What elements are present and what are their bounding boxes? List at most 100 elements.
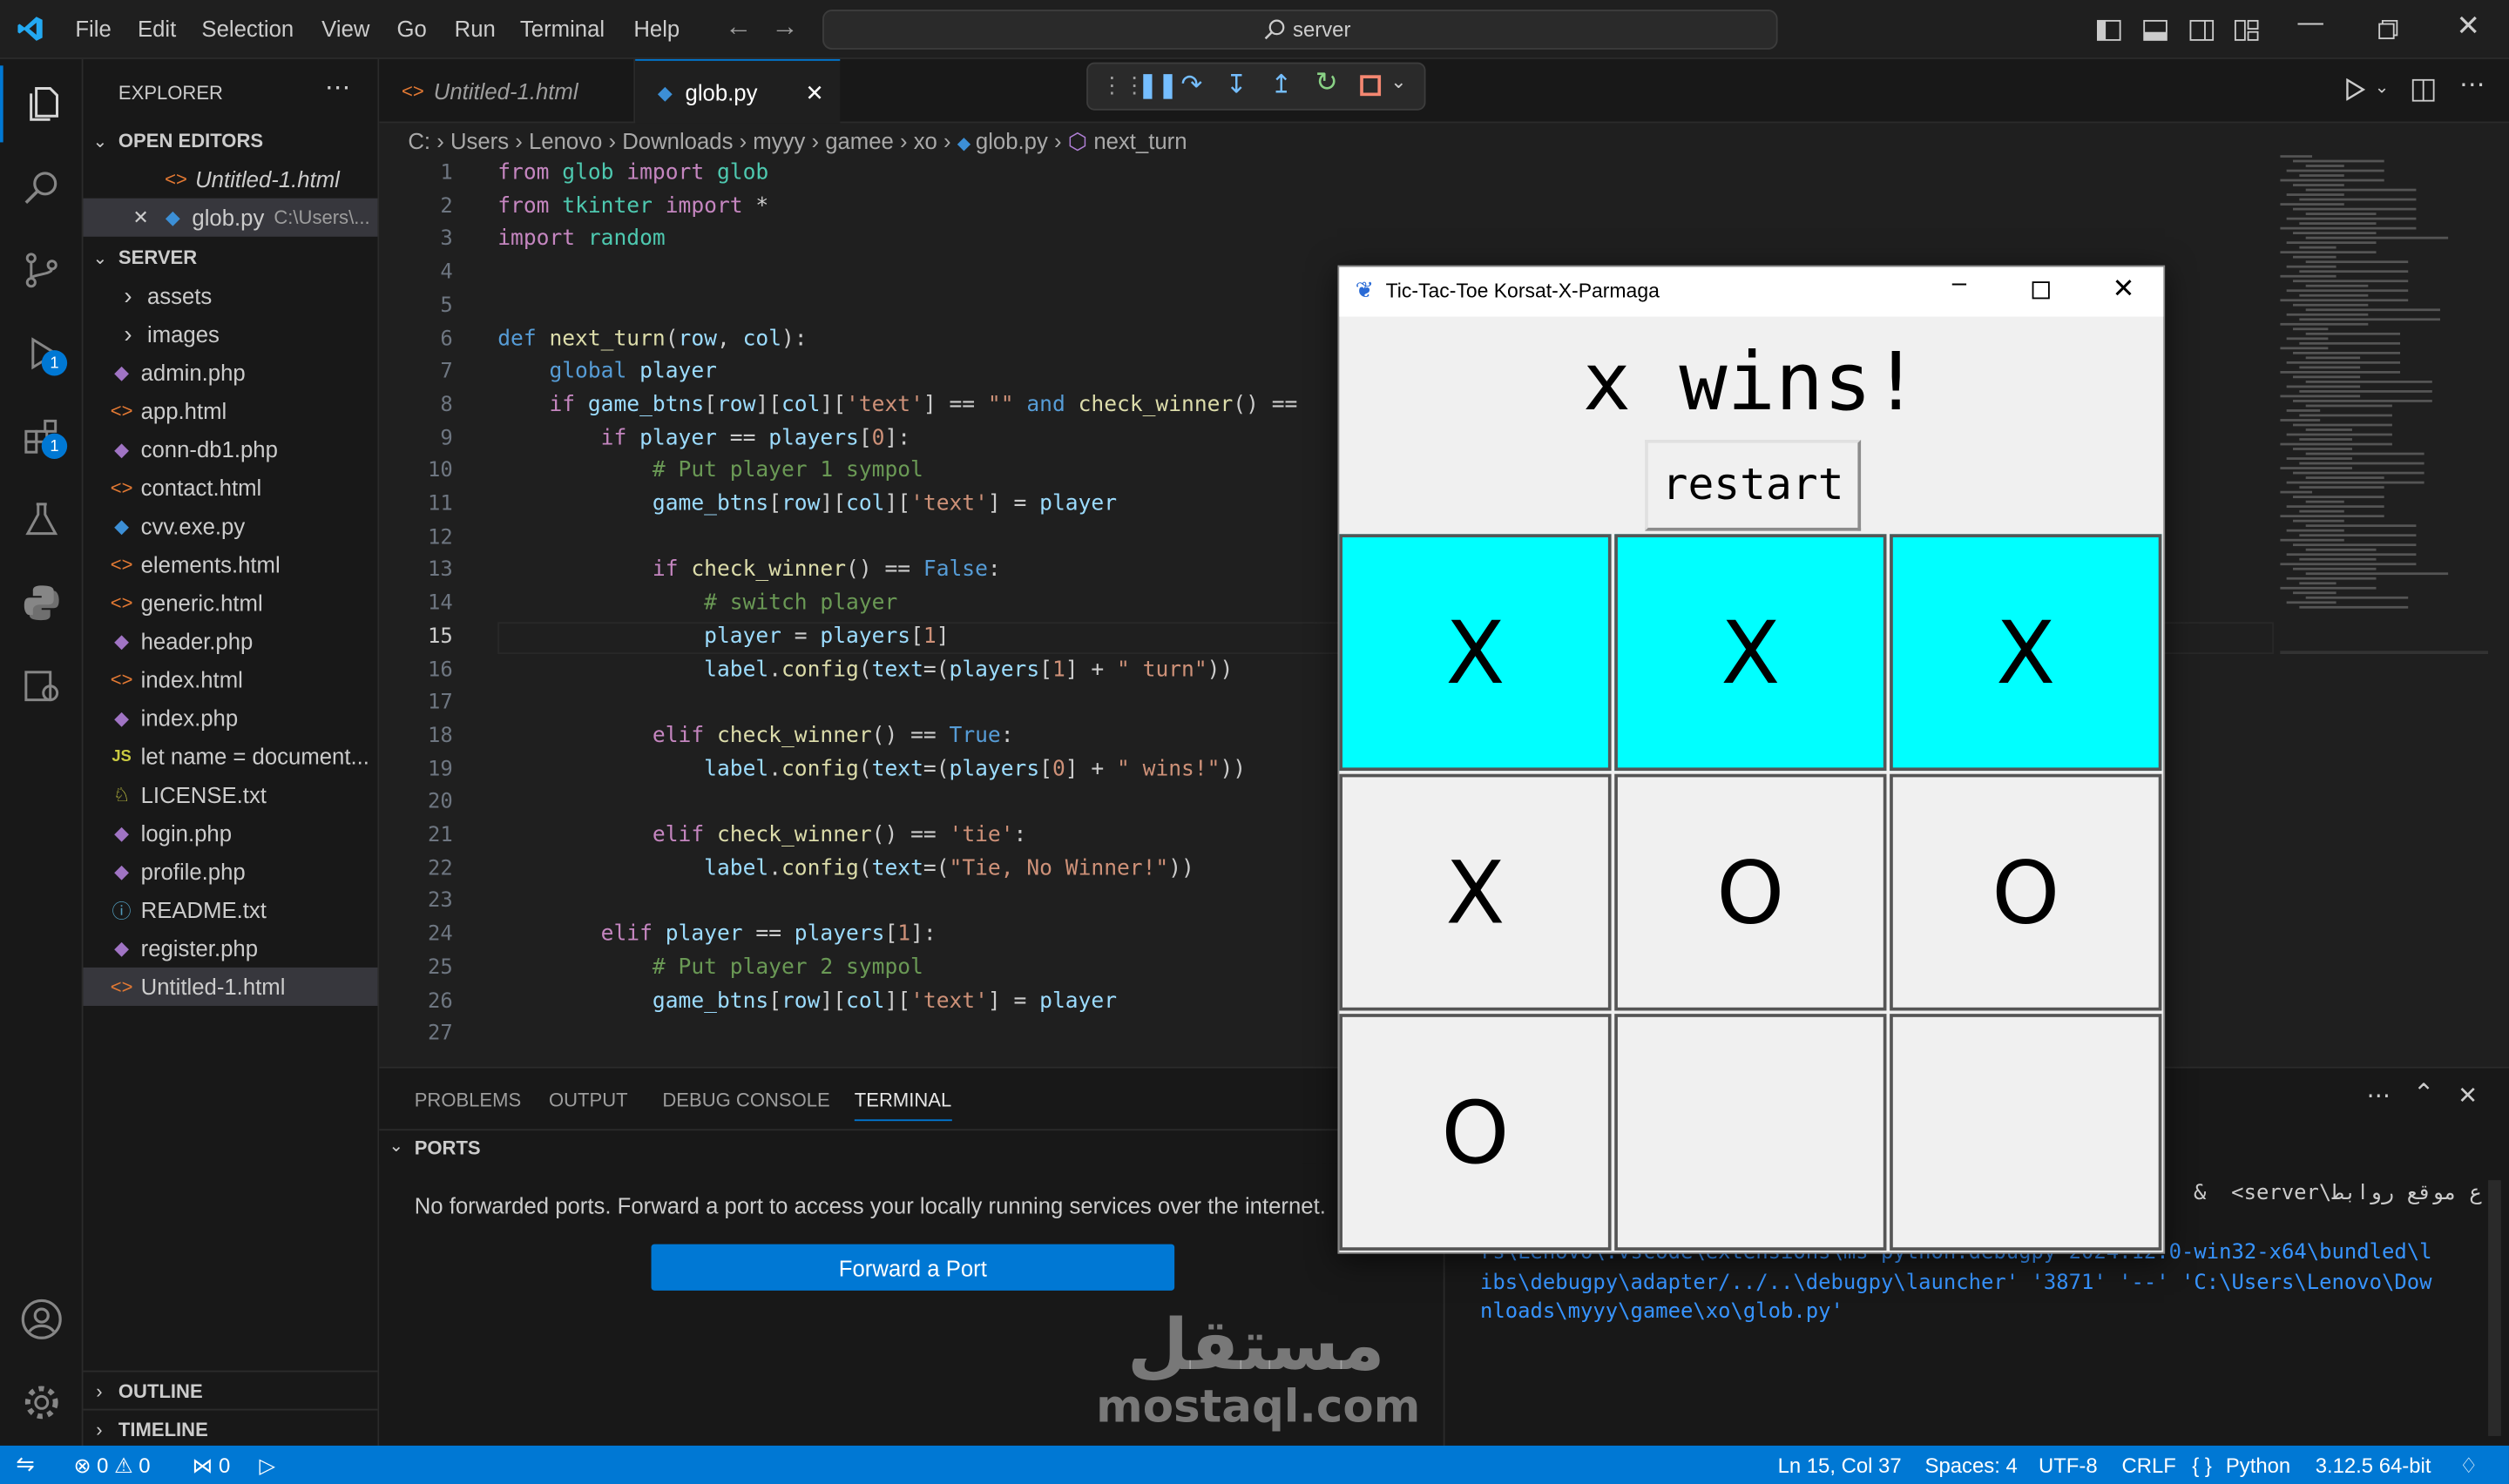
code-line[interactable]: # Put player 2 sympol xyxy=(497,956,923,981)
language-mode[interactable]: Python xyxy=(2226,1454,2290,1478)
extensions-activity[interactable]: 1 xyxy=(0,398,84,475)
menu-help[interactable]: Help xyxy=(633,16,680,41)
tab-output[interactable]: OUTPUT xyxy=(549,1089,628,1111)
board-cell-1-2[interactable]: O xyxy=(1890,773,2162,1011)
tab-problems[interactable]: PROBLEMS xyxy=(415,1089,521,1111)
menu-run[interactable]: Run xyxy=(455,16,496,41)
tab-terminal[interactable]: TERMINAL xyxy=(854,1089,952,1122)
python-activity[interactable] xyxy=(0,564,84,641)
encoding[interactable]: UTF-8 xyxy=(2039,1454,2098,1478)
minimap-slider[interactable] xyxy=(2280,651,2489,655)
tree-item-readme-txt[interactable]: ⓘ README.txt xyxy=(84,891,378,929)
step-out-icon[interactable]: ↥ xyxy=(1270,69,1292,101)
remote-explorer-activity[interactable] xyxy=(0,648,84,725)
board-cell-1-1[interactable]: O xyxy=(1614,773,1887,1011)
stop-icon[interactable] xyxy=(1360,75,1382,97)
ports-status[interactable]: ⋈ 0 xyxy=(192,1454,230,1479)
tree-item-license-txt[interactable]: ♘ LICENSE.txt xyxy=(84,776,378,814)
restart-icon[interactable]: ↻ xyxy=(1315,67,1338,99)
board-cell-0-0[interactable]: X xyxy=(1339,534,1612,772)
code-line[interactable]: elif check_winner() == 'tie': xyxy=(497,824,1026,848)
pause-icon[interactable]: ❚❚ xyxy=(1138,71,1178,99)
more-actions-icon[interactable]: ⋯ xyxy=(2366,1081,2391,1110)
tree-item-generic-html[interactable]: <> generic.html xyxy=(84,583,378,622)
code-line[interactable]: game_btns[row][col]['text'] = player xyxy=(497,989,1117,1014)
menu-go[interactable]: Go xyxy=(397,16,427,41)
breadcrumb-item[interactable]: Downloads xyxy=(622,128,733,153)
back-arrow-icon[interactable]: ← xyxy=(725,11,752,44)
explorer-activity[interactable] xyxy=(0,65,84,143)
board-cell-1-0[interactable]: X xyxy=(1339,773,1612,1011)
tab-debug-console[interactable]: DEBUG CONSOLE xyxy=(662,1089,829,1111)
close-icon[interactable]: ✕ xyxy=(2112,273,2134,306)
maximize-icon[interactable] xyxy=(2032,281,2050,300)
toggle-sidebar-icon[interactable] xyxy=(2096,17,2121,43)
source-control-activity[interactable] xyxy=(0,232,84,308)
step-into-icon[interactable]: ↧ xyxy=(1226,69,1248,101)
menu-edit[interactable]: Edit xyxy=(138,16,176,41)
tree-item-profile-php[interactable]: ◆ profile.php xyxy=(84,853,378,891)
code-line[interactable]: # Put player 1 sympol xyxy=(497,460,923,484)
accounts-activity[interactable] xyxy=(0,1281,84,1358)
chevron-down-icon[interactable]: ⌄ xyxy=(2375,77,2390,98)
problems-status[interactable]: ⊗ 0 ⚠ 0 xyxy=(73,1454,150,1479)
code-line[interactable]: # switch player xyxy=(497,592,897,617)
forward-port-button[interactable]: Forward a Port xyxy=(651,1244,1175,1291)
tree-item-register-php[interactable]: ◆ register.php xyxy=(84,929,378,968)
chevron-down-icon[interactable]: ⌄ xyxy=(1390,71,1406,93)
tree-item-header-php[interactable]: ◆ header.php xyxy=(84,622,378,660)
tree-item-login-php[interactable]: ◆ login.php xyxy=(84,814,378,853)
restore-icon[interactable] xyxy=(2377,19,2398,40)
menu-file[interactable]: File xyxy=(75,16,111,41)
board-cell-2-1[interactable] xyxy=(1614,1014,1887,1251)
code-line[interactable]: elif check_winner() == True: xyxy=(497,725,1014,749)
code-line[interactable]: label.config(text=("Tie, No Winner!")) xyxy=(497,857,1194,881)
debug-status-icon[interactable]: ▷ xyxy=(260,1454,275,1479)
customize-layout-icon[interactable] xyxy=(2234,17,2259,43)
toggle-panel-icon[interactable] xyxy=(2142,17,2167,43)
outline-section[interactable]: › OUTLINE xyxy=(83,1370,378,1409)
tree-item-let-name-document[interactable]: JS let name = document... xyxy=(84,737,378,775)
timeline-section[interactable]: › TIMELINE xyxy=(83,1408,378,1446)
tree-item-untitled-1-html[interactable]: <> Untitled-1.html xyxy=(83,967,378,1006)
forward-arrow-icon[interactable]: → xyxy=(771,11,798,44)
code-line[interactable]: import random xyxy=(497,227,666,252)
code-line[interactable]: label.config(text=(players[0] + " wins!"… xyxy=(497,758,1246,782)
code-line[interactable]: def next_turn(row, col): xyxy=(497,327,807,352)
run-icon[interactable] xyxy=(2344,78,2367,101)
menu-view[interactable]: View xyxy=(321,16,369,41)
breadcrumb-item[interactable]: glob.py xyxy=(976,128,1048,153)
code-line[interactable]: from glob import glob xyxy=(497,161,768,186)
close-icon[interactable]: ✕ xyxy=(128,206,153,229)
breadcrumb-item[interactable]: gamee xyxy=(825,128,894,153)
minimize-icon[interactable]: – xyxy=(1952,270,1966,299)
tab-glob[interactable]: ◆ glob.py ✕ xyxy=(635,58,841,125)
code-line[interactable]: if player == players[0]: xyxy=(497,427,910,451)
command-center[interactable]: server xyxy=(822,10,1778,50)
code-line[interactable]: global player xyxy=(497,360,717,384)
toggle-secondary-sidebar-icon[interactable] xyxy=(2189,17,2215,43)
testing-activity[interactable] xyxy=(0,482,84,558)
line-ending[interactable]: CRLF xyxy=(2121,1454,2175,1478)
breadcrumb-item[interactable]: xo xyxy=(914,128,937,153)
server-folder-section[interactable]: ⌄ SERVER xyxy=(84,239,378,277)
code-line[interactable]: from tkinter import * xyxy=(497,194,768,219)
code-line[interactable]: if game_btns[row][col]['text'] == "" and… xyxy=(497,394,1297,418)
open-editor-glob[interactable]: ✕ ◆ glob.py C:\Users\... xyxy=(83,198,378,237)
more-actions-icon[interactable]: ⋯ xyxy=(325,72,350,105)
tree-item-conn-db1-php[interactable]: ◆ conn-db1.php xyxy=(84,430,378,469)
minimap[interactable] xyxy=(2280,155,2456,618)
search-activity[interactable] xyxy=(0,149,84,226)
maximize-panel-icon[interactable]: ⌃ xyxy=(2413,1078,2435,1110)
indentation[interactable]: Spaces: 4 xyxy=(1925,1454,2018,1478)
split-editor-icon[interactable] xyxy=(2411,78,2436,103)
ports-header[interactable]: ⌄ PORTS xyxy=(379,1129,1445,1164)
run-debug-activity[interactable]: 1 xyxy=(0,315,84,392)
tree-item-contact-html[interactable]: <> contact.html xyxy=(84,469,378,507)
tree-item-index-php[interactable]: ◆ index.php xyxy=(84,698,378,737)
tree-item-admin-php[interactable]: ◆ admin.php xyxy=(84,354,378,392)
board-cell-2-2[interactable] xyxy=(1890,1014,2162,1251)
tree-item-app-html[interactable]: <> app.html xyxy=(84,392,378,430)
tab-untitled[interactable]: <> Untitled-1.html xyxy=(379,58,636,124)
remote-icon[interactable]: ⇋ xyxy=(16,1450,35,1477)
